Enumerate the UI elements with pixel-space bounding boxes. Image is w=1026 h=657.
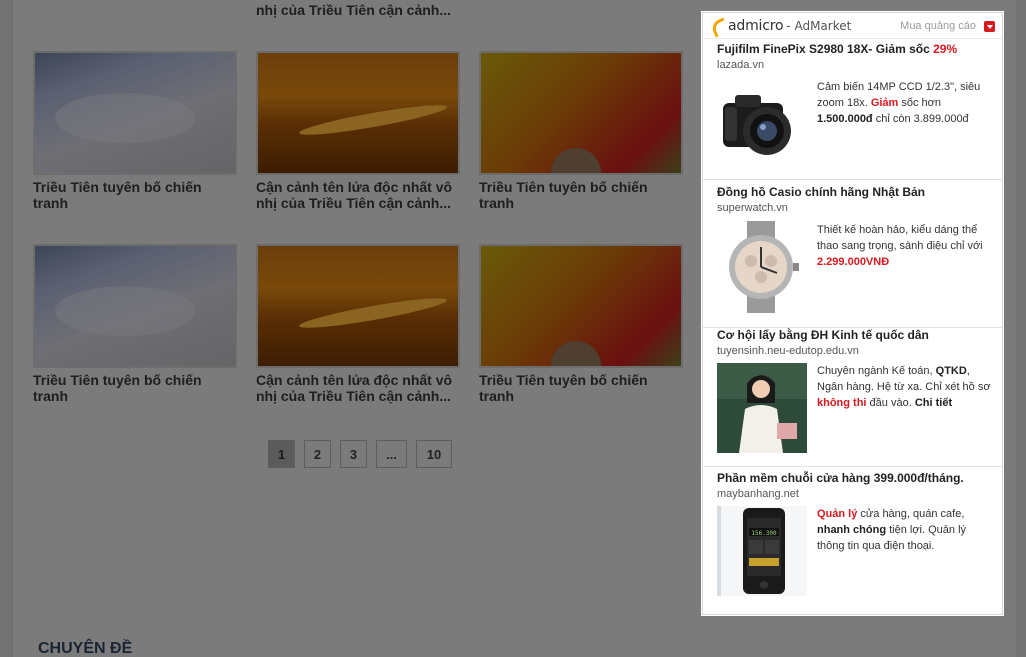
ad-item-site[interactable]: maybanhang.net [717,488,799,500]
news-thumbnail[interactable] [33,244,237,368]
news-thumbnail[interactable] [479,51,683,175]
news-card[interactable]: Triều Tiên tuyên bố chiến tranh [479,51,683,211]
news-caption[interactable]: Triều Tiên tuyên bố chiến tranh [479,179,683,211]
news-caption[interactable]: Triều Tiên tuyên bố chiến tranh [479,372,683,404]
news-thumbnail[interactable] [256,244,460,368]
ad-item-site[interactable]: lazada.vn [717,59,764,71]
page-button-1[interactable]: 1 [268,440,295,468]
phone-image[interactable]: 156.300 [717,506,807,596]
buy-ad-link[interactable]: Mua quảng cáo [900,20,976,32]
news-caption[interactable]: Triều Tiên tuyên bố chiến tranh [33,179,237,211]
phone-screen-text: 156.300 [751,530,777,537]
news-card[interactable]: Triều Tiên tuyên bố chiến tranh [33,51,237,211]
news-caption[interactable]: Cận cảnh tên lửa độc nhất vô nhị của Tri… [256,179,460,211]
news-thumbnail[interactable] [479,244,683,368]
collapse-icon[interactable] [984,21,995,32]
page-button-2[interactable]: 2 [304,440,331,468]
ad-header: admicro - AdMarket Mua quảng cáo [703,13,1002,39]
ad-logo-sub: - AdMarket [786,18,852,33]
admicro-logo-icon [712,19,724,33]
top-caption[interactable]: nhị của Triều Tiên cận cảnh... [256,2,451,18]
ad-item-title[interactable]: Đồng hồ Casio chính hãng Nhật Bản [717,185,925,199]
news-caption[interactable]: Triều Tiên tuyên bố chiến tranh [33,372,237,404]
ad-item-desc: Quản lý cửa hàng, quán cafe, nhanh chóng… [817,508,967,552]
page-ellipsis[interactable]: ... [376,440,407,468]
ad-item[interactable]: Đồng hồ Casio chính hãng Nhật Bản superw… [703,185,1002,328]
ad-item-title[interactable]: Cơ hội lấy bằng ĐH Kinh tế quốc dân [717,328,929,342]
section-title: CHUYÊN ĐỀ [38,640,133,657]
student-image[interactable] [717,363,807,453]
news-card[interactable]: Cận cảnh tên lửa độc nhất vô nhị của Tri… [256,51,460,211]
ad-item[interactable]: Cơ hội lấy bằng ĐH Kinh tế quốc dân tuye… [703,328,1002,467]
news-caption[interactable]: Cận cảnh tên lửa độc nhất vô nhị của Tri… [256,372,460,404]
ad-item-title[interactable]: Phần mềm chuỗi cửa hàng 399.000đ/tháng. [717,471,964,485]
page-button-10[interactable]: 10 [416,440,452,468]
ad-panel: admicro - AdMarket Mua quảng cáo Fujifil… [702,12,1003,615]
news-card[interactable]: Triều Tiên tuyên bố chiến tranh [479,244,683,404]
watch-image[interactable] [717,221,807,313]
pagination: 1 2 3 ... 10 [268,440,452,468]
ad-logo[interactable]: admicro [728,18,784,34]
news-card[interactable]: Cận cảnh tên lửa độc nhất vô nhị của Tri… [256,244,460,404]
news-thumbnail[interactable] [256,51,460,175]
news-card[interactable]: Triều Tiên tuyên bố chiến tranh [33,244,237,404]
news-thumbnail[interactable] [33,51,237,175]
ad-item-desc: Cảm biến 14MP CCD 1/2.3", siêu zoom 18x.… [817,81,981,125]
page-button-3[interactable]: 3 [340,440,367,468]
ad-item[interactable]: Fujifilm FinePix S2980 18X- Giảm sốc 29%… [703,42,1002,180]
ad-item-site[interactable]: superwatch.vn [717,202,788,214]
ad-item-site[interactable]: tuyensinh.neu-edutop.edu.vn [717,345,859,357]
ad-item[interactable]: Phần mềm chuỗi cửa hàng 399.000đ/tháng. … [703,471,1002,613]
ad-item-desc: Chuyên ngành Kế toán, QTKD, Ngân hàng. H… [817,365,991,409]
ad-item-title[interactable]: Fujifilm FinePix S2980 18X- Giảm sốc 29% [717,42,957,56]
ad-item-desc: Thiết kế hoàn hảo, kiểu dáng thể thao sa… [817,224,983,268]
camera-image[interactable] [717,81,807,171]
